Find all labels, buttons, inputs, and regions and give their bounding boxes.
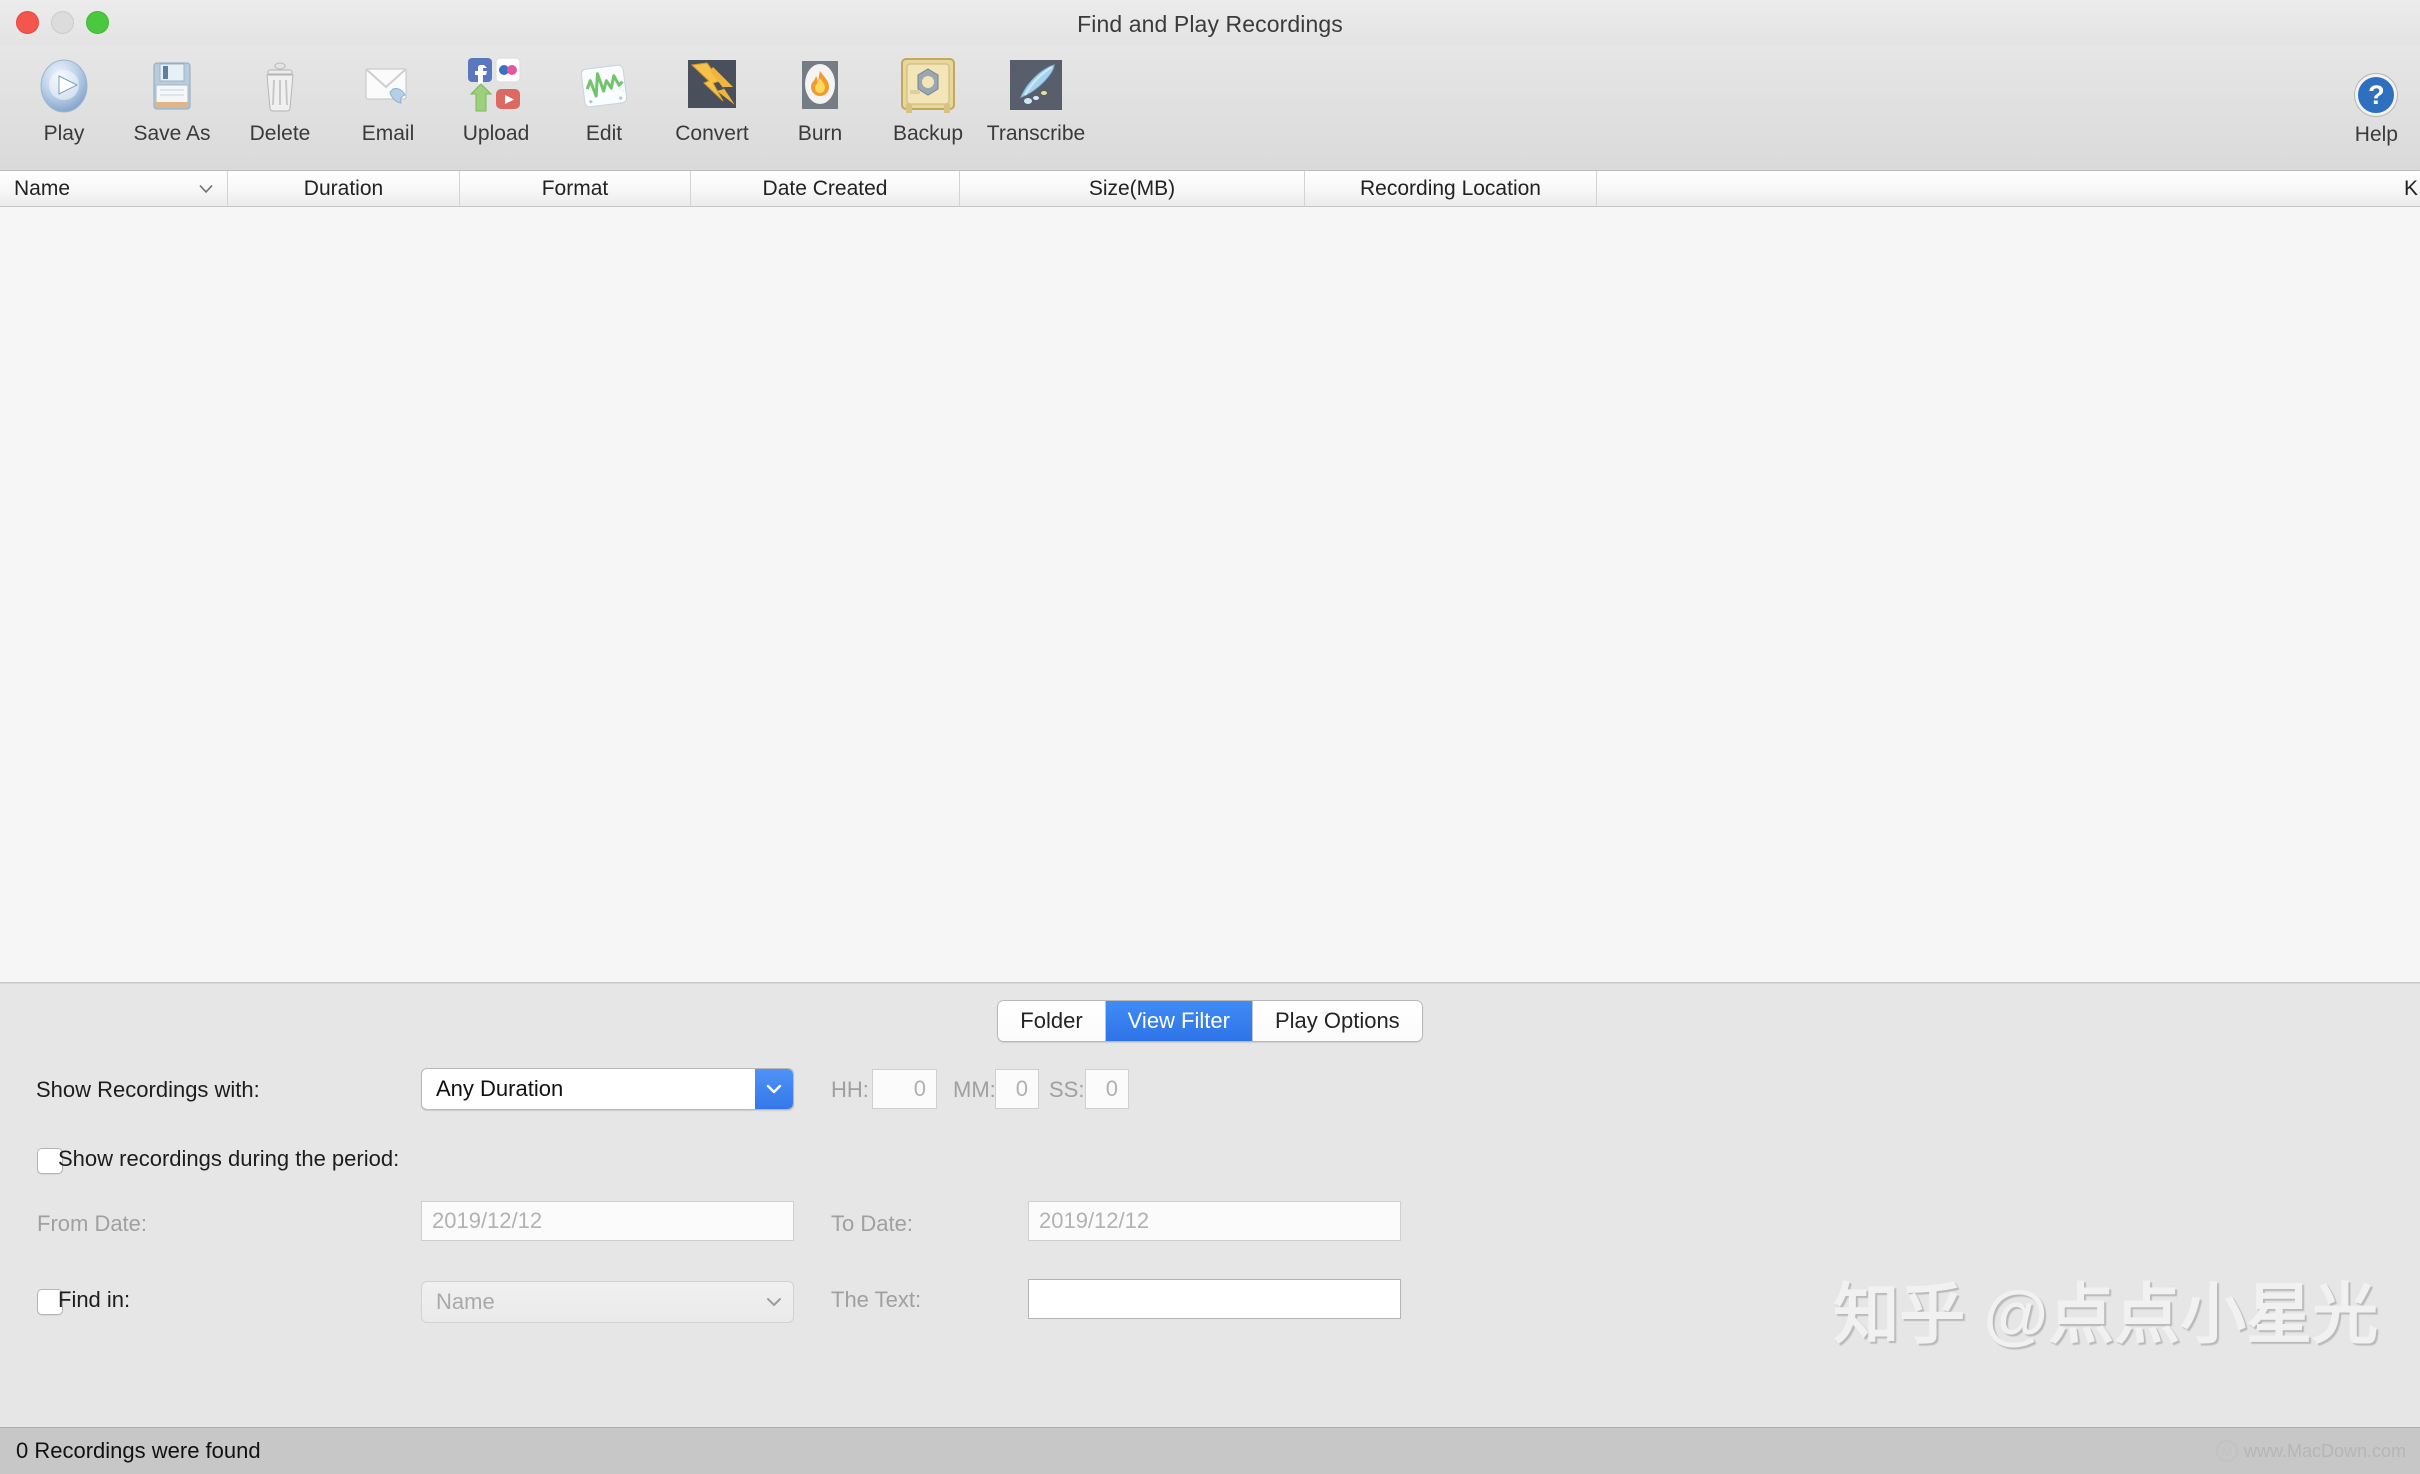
mm-input[interactable]: 0 <box>995 1069 1039 1109</box>
label-show-recordings-during-period: Show recordings during the period: <box>58 1146 399 1172</box>
chevron-down-icon <box>199 184 213 193</box>
convert-lightning-icon <box>679 52 745 120</box>
toolbar-button-transcribe[interactable]: Transcribe <box>982 46 1090 146</box>
list-column-header: Name Duration Format Date Created Size(M… <box>0 171 2420 207</box>
macdown-watermark: M www.MacDown.com <box>2216 1440 2406 1462</box>
app-window: Find and Play Recordings Play <box>0 0 2420 1474</box>
column-label-clipped: K <box>1597 177 2420 201</box>
status-bar: 0 Recordings were found M www.MacDown.co… <box>0 1427 2420 1474</box>
label-find-in: Find in: <box>58 1287 130 1313</box>
toolbar-label-email: Email <box>362 122 415 146</box>
macdown-watermark-text: www.MacDown.com <box>2244 1441 2406 1462</box>
label-mm: MM: <box>953 1077 996 1103</box>
column-header-format[interactable]: Format <box>460 171 691 206</box>
toolbar-button-play[interactable]: Play <box>10 46 118 146</box>
from-date-input[interactable]: 2019/12/12 <box>421 1201 794 1241</box>
column-header-recording-location[interactable]: Recording Location <box>1305 171 1597 206</box>
column-label-size-mb: Size(MB) <box>960 177 1304 201</box>
filter-row-period: Show recordings during the period: <box>0 1142 2420 1194</box>
view-filter-form: Show Recordings with: Any Duration HH: 0… <box>0 1042 2420 1350</box>
filter-panel: Folder View Filter Play Options Show Rec… <box>0 983 2420 1427</box>
segmented-control: Folder View Filter Play Options <box>997 1000 1422 1042</box>
column-label-format: Format <box>460 177 690 201</box>
find-in-select[interactable]: Name <box>421 1281 794 1323</box>
toolbar-button-convert[interactable]: Convert <box>658 46 766 146</box>
label-hh: HH: <box>831 1077 869 1103</box>
toolbar-label-edit: Edit <box>586 122 622 146</box>
toolbar-button-backup[interactable]: Backup <box>874 46 982 146</box>
toolbar-button-delete[interactable]: Delete <box>226 46 334 146</box>
tab-view-filter[interactable]: View Filter <box>1106 1001 1253 1041</box>
to-date-input[interactable]: 2019/12/12 <box>1028 1201 1401 1241</box>
toolbar-label-transcribe: Transcribe <box>987 122 1085 146</box>
waveform-icon <box>571 52 637 120</box>
recordings-list[interactable] <box>0 207 2420 983</box>
help-label: Help <box>2355 123 2398 147</box>
title-bar: Find and Play Recordings <box>0 0 2420 46</box>
duration-select-value: Any Duration <box>422 1076 755 1102</box>
label-ss: SS: <box>1049 1077 1084 1103</box>
column-header-date-created[interactable]: Date Created <box>691 171 960 206</box>
trash-icon <box>247 52 313 120</box>
label-from-date: From Date: <box>37 1211 147 1237</box>
upload-social-icon <box>463 52 529 120</box>
filter-row-find-in: Find in: Name The Text: <box>0 1272 2420 1350</box>
column-label-duration: Duration <box>228 177 459 201</box>
filter-row-dates: From Date: 2019/12/12 To Date: 2019/12/1… <box>0 1194 2420 1272</box>
flame-disc-icon <box>787 52 853 120</box>
help-question-icon: ? <box>2355 74 2397 116</box>
label-show-recordings-with: Show Recordings with: <box>36 1077 260 1103</box>
safe-vault-icon <box>895 52 961 120</box>
toolbar-label-convert: Convert <box>675 122 749 146</box>
toolbar-label-backup: Backup <box>893 122 963 146</box>
toolbar-button-edit[interactable]: Edit <box>550 46 658 146</box>
chevron-down-icon <box>755 1069 793 1109</box>
toolbar-label-save-as: Save As <box>133 122 210 146</box>
floppy-disk-icon <box>139 52 205 120</box>
window-title: Find and Play Recordings <box>0 11 2420 38</box>
tab-play-options[interactable]: Play Options <box>1253 1001 1422 1041</box>
toolbar-button-burn[interactable]: Burn <box>766 46 874 146</box>
hh-input[interactable]: 0 <box>872 1069 937 1109</box>
find-in-select-value: Name <box>422 1289 755 1315</box>
feather-quill-icon <box>1003 52 1069 120</box>
column-header-size-mb[interactable]: Size(MB) <box>960 171 1305 206</box>
envelope-icon <box>355 52 421 120</box>
column-header-duration[interactable]: Duration <box>228 171 460 206</box>
the-text-input[interactable] <box>1028 1279 1401 1319</box>
toolbar-label-upload: Upload <box>463 122 530 146</box>
play-icon <box>31 52 97 120</box>
label-to-date: To Date: <box>831 1211 913 1237</box>
toolbar-button-upload[interactable]: Upload <box>442 46 550 146</box>
macdown-logo-icon: M <box>2216 1440 2238 1462</box>
column-label-recording-location: Recording Location <box>1305 177 1596 201</box>
column-label-date-created: Date Created <box>691 177 959 201</box>
panel-tabbar: Folder View Filter Play Options <box>0 984 2420 1042</box>
column-label-name: Name <box>0 177 227 201</box>
filter-row-duration: Show Recordings with: Any Duration HH: 0… <box>0 1066 2420 1142</box>
tab-folder[interactable]: Folder <box>998 1001 1105 1041</box>
chevron-down-icon <box>755 1282 793 1322</box>
toolbar-label-delete: Delete <box>250 122 311 146</box>
column-header-name[interactable]: Name <box>0 171 228 206</box>
toolbar-button-save-as[interactable]: Save As <box>118 46 226 146</box>
toolbar: Play Save As <box>0 46 2420 171</box>
label-the-text: The Text: <box>831 1287 921 1313</box>
column-header-clipped[interactable]: K <box>1597 171 2420 206</box>
duration-select[interactable]: Any Duration <box>421 1068 794 1110</box>
status-message: 0 Recordings were found <box>0 1438 261 1464</box>
toolbar-button-email[interactable]: Email <box>334 46 442 146</box>
toolbar-label-play: Play <box>44 122 85 146</box>
help-button[interactable]: ? Help <box>2355 74 2398 147</box>
ss-input[interactable]: 0 <box>1085 1069 1129 1109</box>
toolbar-label-burn: Burn <box>798 122 842 146</box>
